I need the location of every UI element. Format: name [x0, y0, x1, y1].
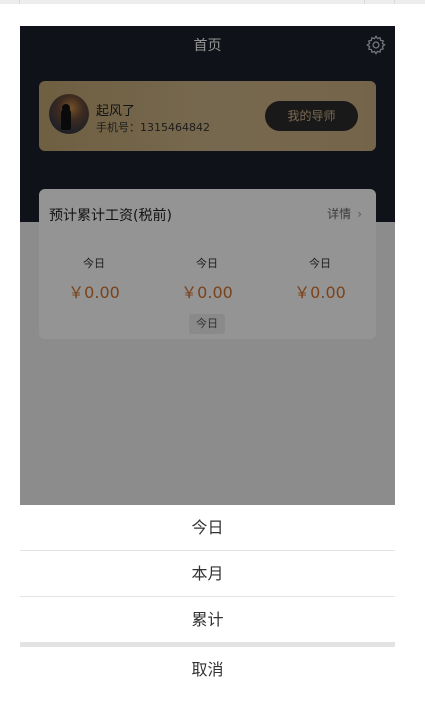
action-sheet-cancel-button[interactable]: 取消: [20, 647, 395, 693]
phone-screen: 首页 起风了 手机号：1315464842 我的导师 预计累计工资(税前) 详情…: [20, 26, 395, 693]
action-sheet-option-month[interactable]: 本月: [20, 551, 395, 596]
browser-top-strip: [0, 0, 425, 4]
action-sheet-option-total[interactable]: 累计: [20, 597, 395, 642]
action-sheet: 今日 本月 累计 取消: [20, 505, 395, 693]
action-sheet-option-today[interactable]: 今日: [20, 505, 395, 550]
strip-cell: [20, 0, 365, 4]
strip-cell: [0, 0, 20, 4]
strip-cell: [365, 0, 395, 4]
